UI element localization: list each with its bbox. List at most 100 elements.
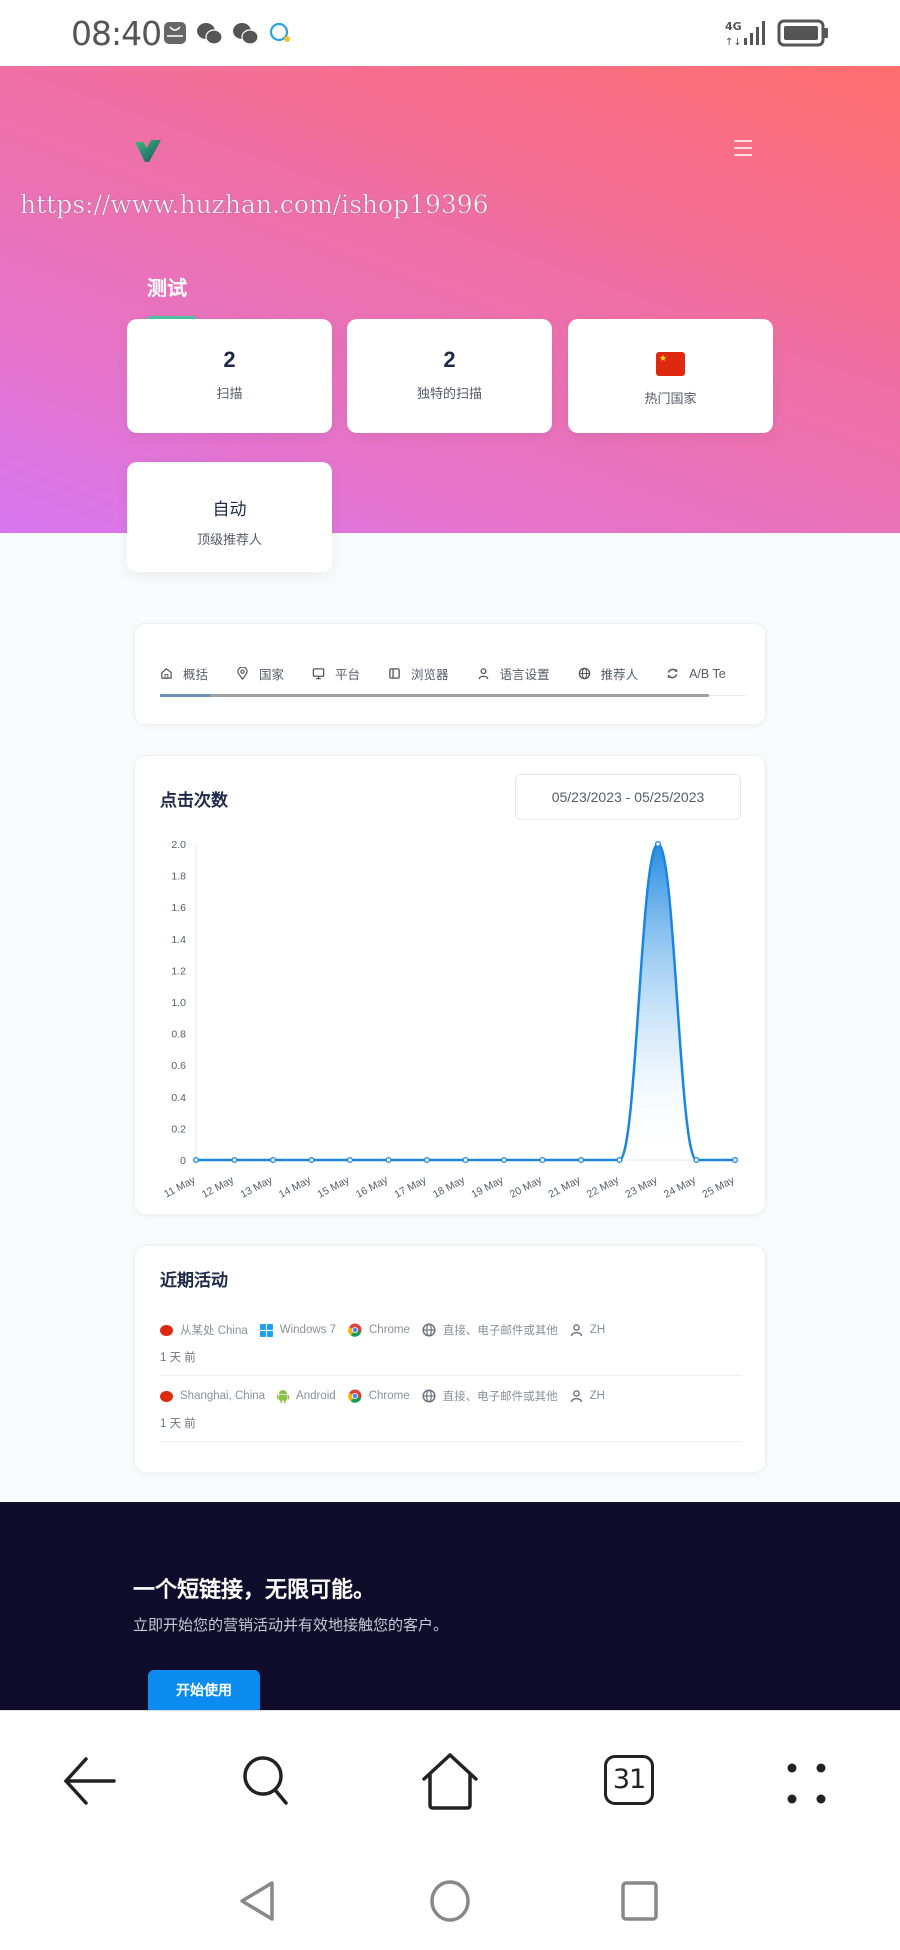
series-area [196, 844, 735, 1160]
activity-item: Shanghai, China Android Chrome 直接、电子邮件或其… [160, 1388, 742, 1431]
data-point [731, 1156, 739, 1164]
flag-cn-icon [656, 352, 685, 376]
data-point [500, 1156, 508, 1164]
y-tick-label: 1.4 [171, 934, 186, 946]
cta-subtitle: 立即开始您的营销活动并有效地接触您的客户。 [133, 1617, 449, 1634]
activity-language: ZH [589, 1390, 605, 1402]
chrome-icon [347, 1389, 362, 1403]
tab-browsers[interactable]: 浏览器 [388, 664, 449, 683]
status-time: 08:40 [71, 14, 162, 53]
tab-label: 平台 [335, 668, 361, 682]
tab-active-indicator [160, 694, 210, 697]
y-tick-label: 0 [180, 1155, 186, 1167]
data-point [693, 1156, 700, 1164]
tab-ab-test[interactable]: A/B Te [666, 664, 726, 683]
svg-text:↑↓: ↑↓ [725, 37, 742, 48]
hamburger-menu-icon[interactable] [734, 140, 752, 156]
stat-card-unique-scans: 2 独特的扫描 [347, 319, 552, 433]
data-point [654, 840, 662, 848]
y-tick-label: 1.8 [171, 871, 186, 883]
tab-referrers[interactable]: 推荐人 [578, 664, 638, 683]
stat-card-scans: 2 扫描 [127, 319, 332, 433]
flag-cn-icon [160, 1390, 173, 1402]
refresh-icon [667, 668, 678, 679]
tab-languages[interactable]: 语言设置 [477, 664, 550, 683]
data-point [192, 1156, 200, 1164]
y-tick-label: 1.0 [171, 997, 186, 1009]
data-point [462, 1156, 469, 1164]
tabs-count-button[interactable]: 31 [604, 1755, 654, 1805]
back-triangle-icon[interactable] [238, 1880, 276, 1922]
back-arrow-icon[interactable] [62, 1753, 118, 1809]
stat-value: 自动 [212, 500, 247, 519]
browser-toolbar: 31 [0, 1710, 900, 1850]
home-icon [161, 668, 172, 679]
recents-square-icon[interactable] [620, 1880, 660, 1922]
windows-icon [259, 1323, 273, 1337]
huawei-appgallery-icon [164, 22, 186, 44]
x-tick-label: 11 May [162, 1174, 198, 1201]
globe-icon [578, 667, 590, 680]
x-tick-label: 13 May [238, 1174, 275, 1201]
activity-referrer: 直接、电子邮件或其他 [442, 1391, 558, 1403]
data-point [269, 1156, 277, 1164]
cta-section: 一个短链接，无限可能。 立即开始您的营销活动并有效地接触您的客户。 开始使用 [0, 1502, 900, 1714]
x-tick-label: 20 May [508, 1174, 545, 1201]
data-point [231, 1156, 238, 1164]
get-started-button[interactable]: 开始使用 [148, 1670, 260, 1714]
wechat-icon [233, 23, 259, 45]
data-point [577, 1156, 585, 1164]
tab-label: A/B Te [689, 666, 726, 681]
x-tick-label: 25 May [700, 1174, 737, 1201]
search-icon[interactable] [240, 1753, 296, 1809]
clicks-chart: 0 0.2 0.4 0.6 0.8 1.0 1.2 1.4 1.6 1.8 2.0 11 May 12 … [162, 839, 739, 1201]
y-tick-label: 0.8 [171, 1029, 186, 1041]
flag-cn-icon [160, 1324, 173, 1336]
x-tick-label: 23 May [623, 1174, 660, 1201]
brand-logo-icon[interactable] [133, 136, 163, 164]
y-tick-label: 1.2 [171, 965, 186, 977]
data-point [616, 1156, 623, 1164]
stat-label: 热门国家 [644, 391, 697, 406]
x-tick-label: 18 May [431, 1174, 468, 1201]
cta-title: 一个短链接，无限可能。 [133, 1577, 376, 1602]
activity-language: ZH [589, 1324, 606, 1336]
data-point [539, 1156, 546, 1164]
data-point [385, 1156, 392, 1164]
browser-icon [389, 668, 400, 679]
more-dots-icon[interactable] [787, 1763, 829, 1805]
tab-label: 国家 [259, 668, 285, 682]
status-bar: 08:40 4G ↑↓ [0, 0, 900, 66]
x-tick-label: 12 May [200, 1174, 237, 1201]
x-tick-label: 22 May [585, 1174, 622, 1201]
link-title: 测试 [147, 278, 187, 300]
tab-label: 概括 [183, 668, 209, 682]
stat-card-top-country: 热门国家 [568, 319, 773, 433]
wechat-icon [197, 23, 223, 45]
y-tick-label: 2.0 [171, 839, 186, 851]
tab-platforms[interactable]: 平台 [312, 664, 360, 683]
home-icon[interactable] [420, 1753, 480, 1811]
y-tick-label: 1.6 [171, 902, 186, 914]
signal-4g-icon: 4G ↑↓ [725, 20, 765, 48]
tab-countries[interactable]: 国家 [236, 664, 284, 683]
activity-referrer: 直接、电子邮件或其他 [442, 1325, 558, 1337]
monitor-icon [312, 668, 325, 680]
tab-overview[interactable]: 概括 [160, 664, 208, 683]
activity-time: 1 天 前 [160, 1352, 196, 1364]
tab-label: 语言设置 [499, 668, 550, 682]
activity-location: 从某处 China [180, 1325, 248, 1337]
clicks-card: 点击次数 05/23/2023 - 05/25/2023 0 0.2 0.4 0.6 0… [134, 755, 766, 1215]
data-point [423, 1156, 431, 1164]
activity-os: Android [296, 1390, 336, 1402]
stat-label: 扫描 [216, 386, 243, 401]
y-tick-label: 0.6 [171, 1060, 186, 1072]
tab-bar: 概括 国家 平台 浏览器 语言设置 推荐人 A/B Te [160, 664, 745, 683]
watermark-url: https://www.huzhan.com/ishop19396 [20, 190, 489, 220]
activity-browser: Chrome [369, 1324, 410, 1336]
x-tick-label: 24 May [662, 1174, 699, 1201]
x-tick-label: 16 May [354, 1174, 391, 1201]
tab-scrollbar[interactable] [160, 694, 709, 697]
home-circle-icon[interactable] [428, 1880, 472, 1922]
x-tick-label: 19 May [469, 1174, 506, 1201]
